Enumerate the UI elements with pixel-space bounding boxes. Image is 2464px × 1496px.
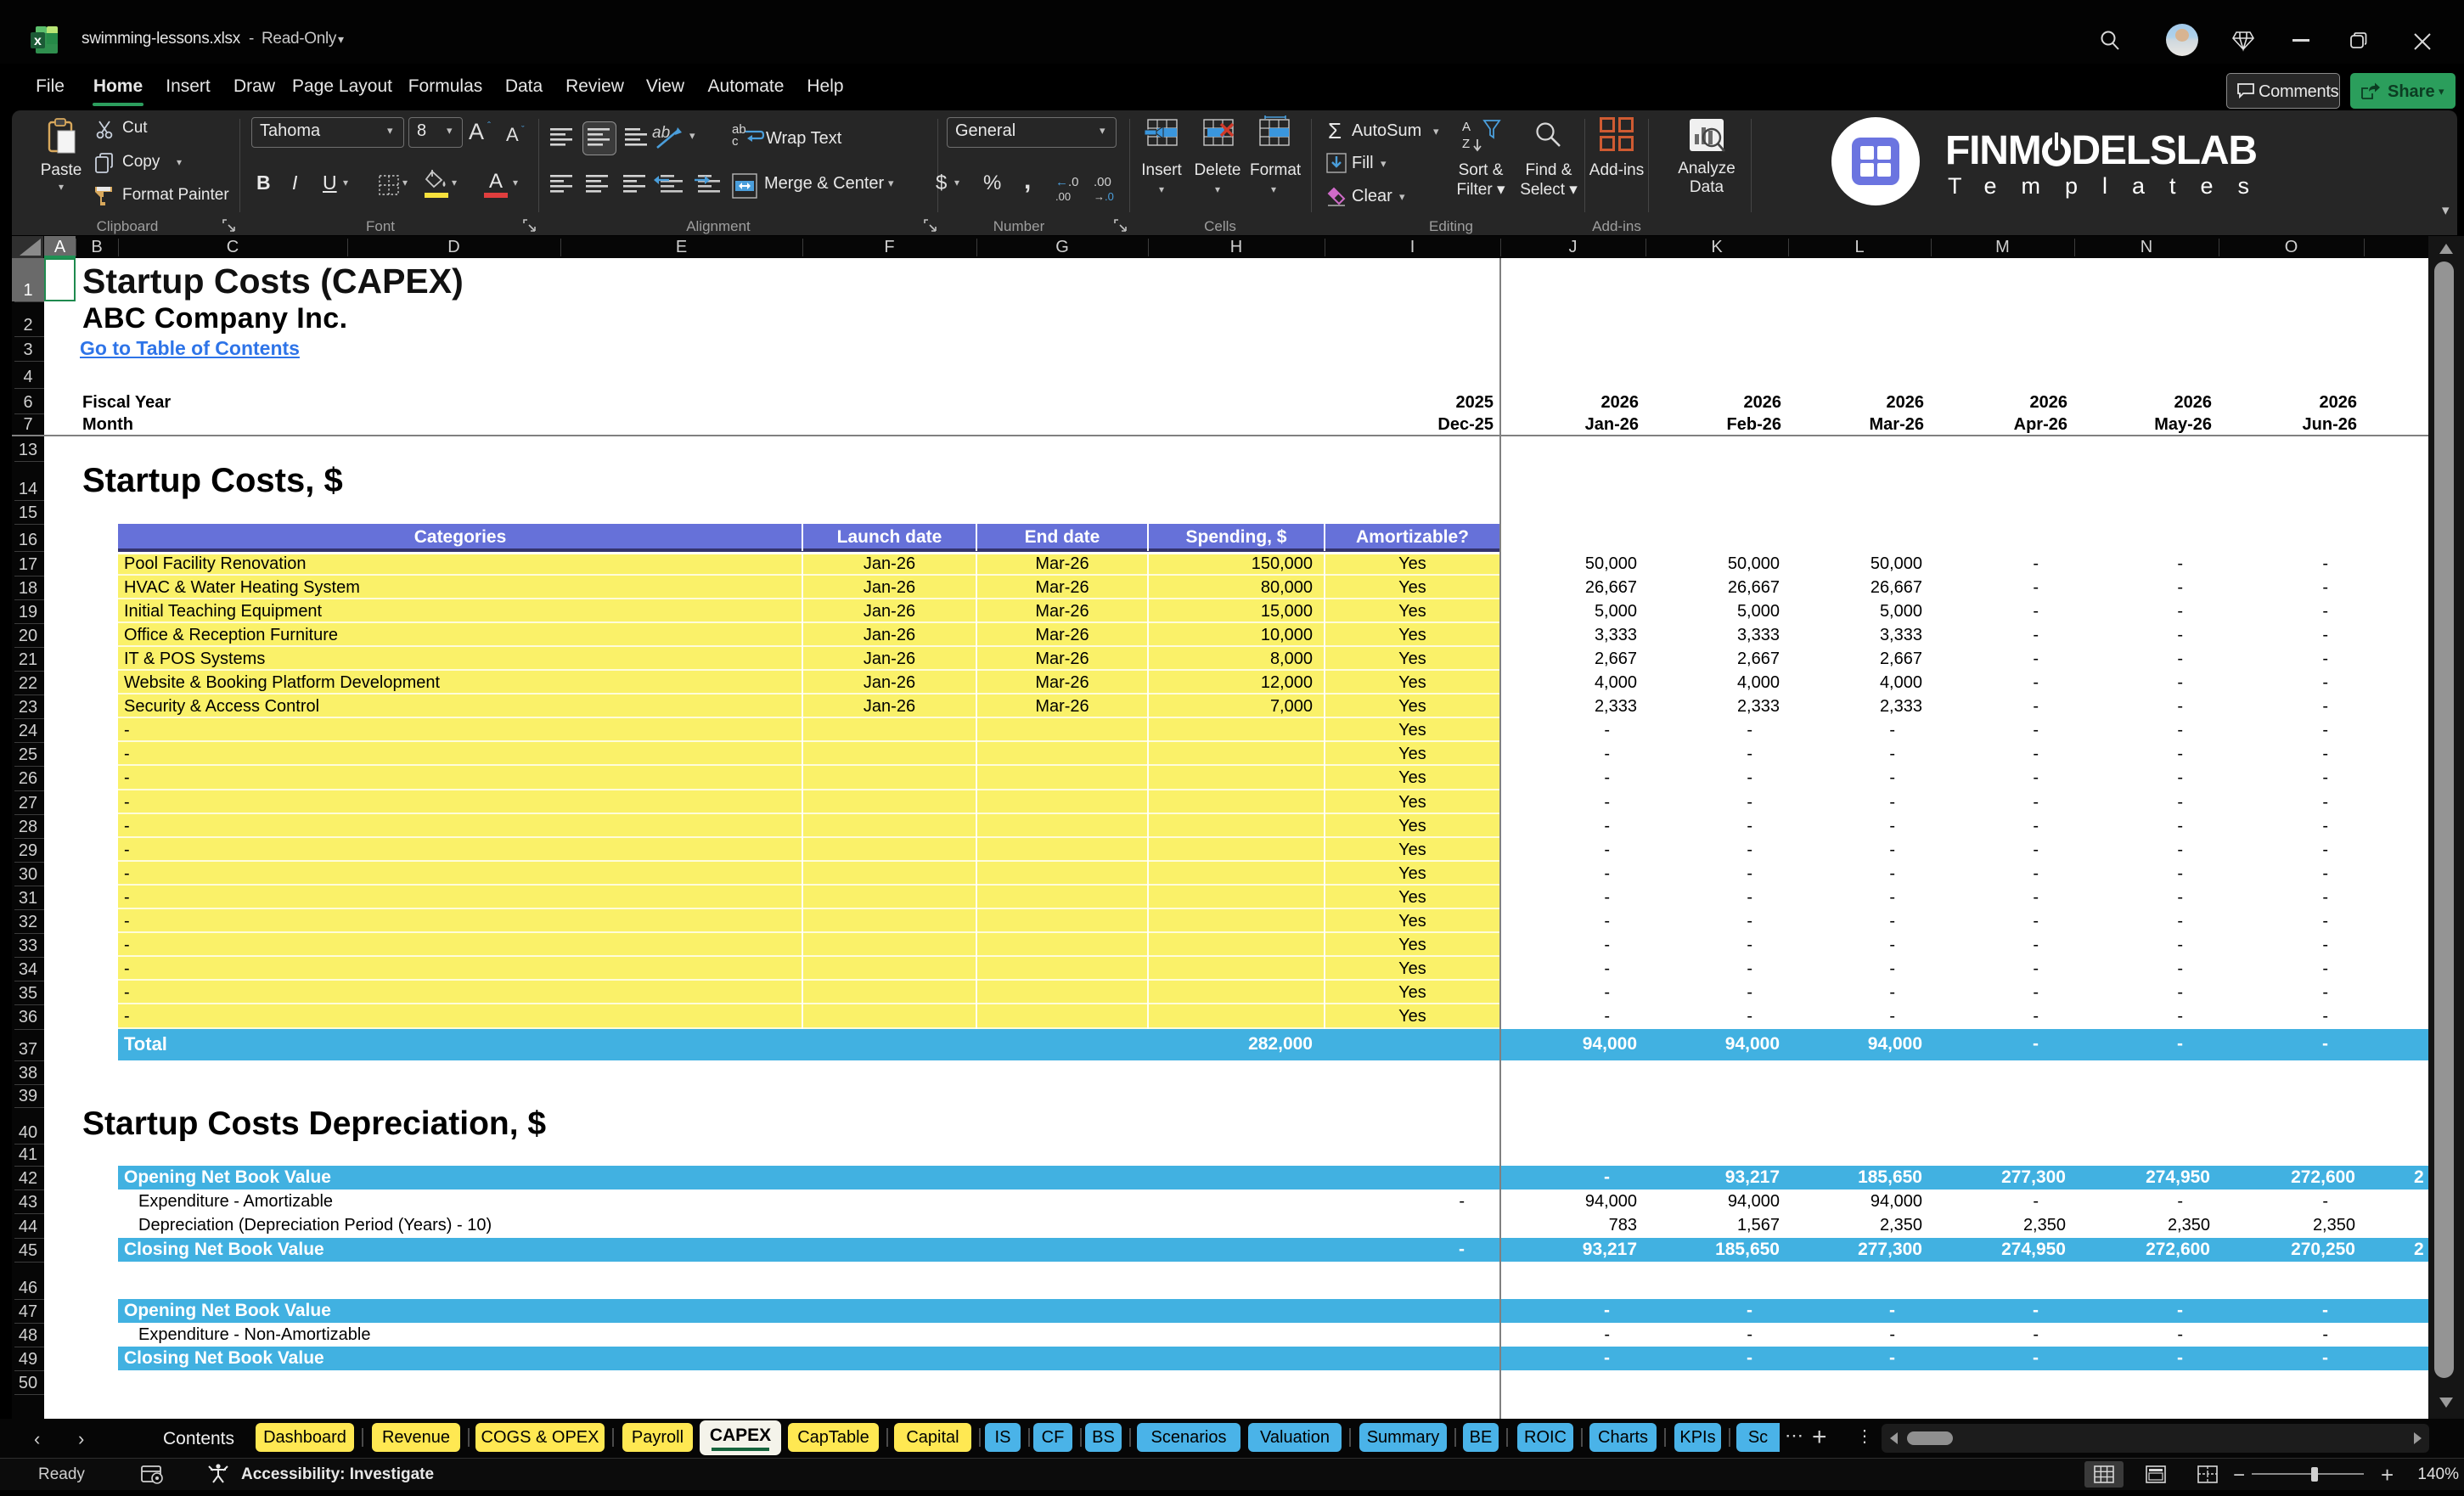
svg-text:x: x [34,34,42,48]
svg-text:A: A [1462,120,1471,134]
svg-text:Z: Z [1462,137,1470,151]
